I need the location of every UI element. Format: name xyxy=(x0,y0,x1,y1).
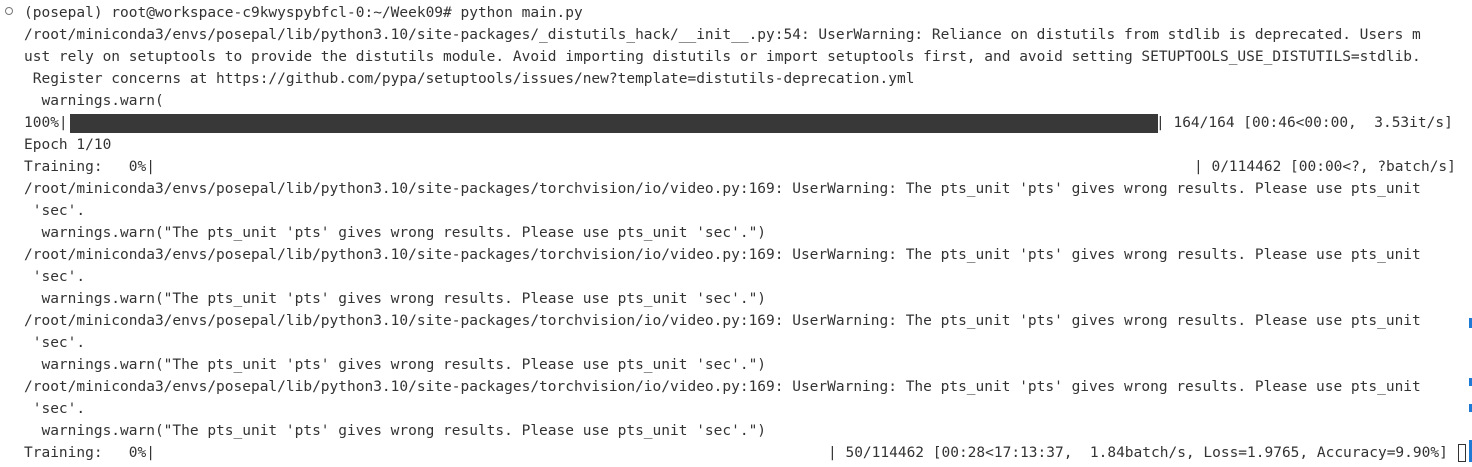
training-label: Training: 0%| xyxy=(24,159,155,175)
output-line: /root/miniconda3/envs/posepal/lib/python… xyxy=(24,313,1421,329)
output-line: warnings.warn("The pts_unit 'pts' gives … xyxy=(24,357,767,373)
progress-label: 100%| xyxy=(24,115,68,131)
output-line: Register concerns at https://github.com/… xyxy=(24,71,915,87)
output-line: 'sec'. xyxy=(24,269,86,285)
epoch-line: Epoch 1/10 xyxy=(24,137,112,153)
output-line: warnings.warn("The pts_unit 'pts' gives … xyxy=(24,225,767,241)
output-line: /root/miniconda3/envs/posepal/lib/python… xyxy=(24,27,1421,43)
output-line: 'sec'. xyxy=(24,401,86,417)
progress-bar-fill xyxy=(70,114,1158,133)
training-stats: | 50/114462 [00:28<17:13:37, 1.84batch/s… xyxy=(828,445,1448,461)
output-line: 'sec'. xyxy=(24,335,86,351)
progress-stats: | 164/164 [00:46<00:00, 3.53it/s] xyxy=(1156,115,1453,131)
terminal-cursor xyxy=(1458,444,1466,462)
output-line: 'sec'. xyxy=(24,203,86,219)
output-line: ust rely on setuptools to provide the di… xyxy=(24,49,1421,65)
output-line: /root/miniconda3/envs/posepal/lib/python… xyxy=(24,247,1421,263)
output-line: /root/miniconda3/envs/posepal/lib/python… xyxy=(24,379,1421,395)
output-line: warnings.warn("The pts_unit 'pts' gives … xyxy=(24,423,767,439)
training-label: Training: 0%| xyxy=(24,445,155,461)
output-line: warnings.warn( xyxy=(24,93,164,109)
output-line: /root/miniconda3/envs/posepal/lib/python… xyxy=(24,181,1421,197)
training-stats: | 0/114462 [00:00<?, ?batch/s] xyxy=(1194,159,1456,175)
output-line: warnings.warn("The pts_unit 'pts' gives … xyxy=(24,291,767,307)
terminal-panel[interactable]: (posepal) root@workspace-c9kwyspybfcl-0:… xyxy=(0,0,1472,467)
command-prompt: (posepal) root@workspace-c9kwyspybfcl-0:… xyxy=(24,5,583,21)
